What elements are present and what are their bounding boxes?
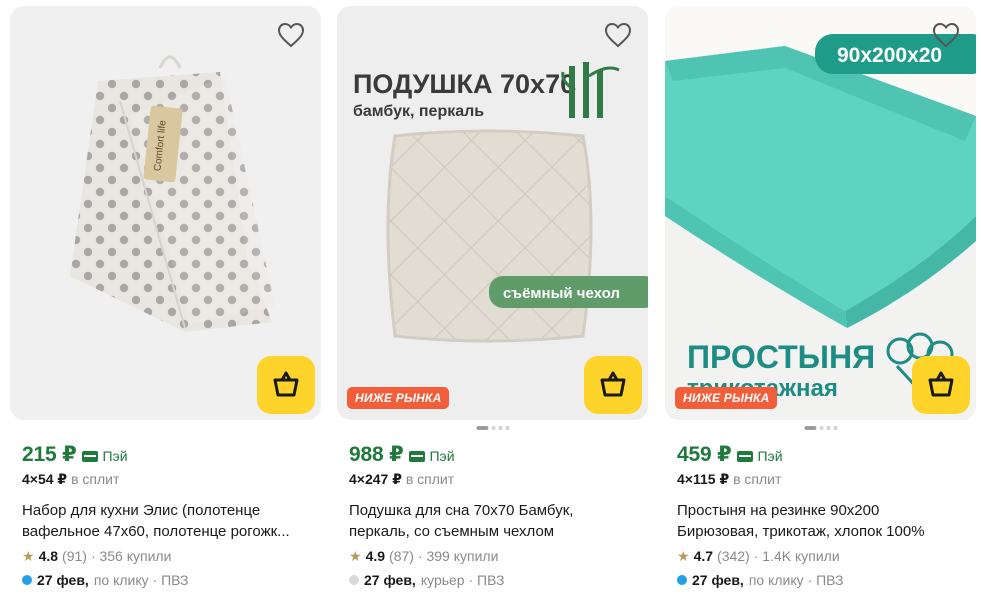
product-image[interactable]: Comfort life (10, 6, 321, 420)
below-market-badge: НИЖЕ РЫНКА (675, 387, 778, 409)
below-market-badge: НИЖЕ РЫНКА (347, 387, 450, 409)
product-title[interactable]: Простыня на резинке 90х200 Бирюзовая, тр… (677, 500, 972, 542)
star-icon: ★ (349, 548, 362, 564)
image-headline: ПРОСТЫНЯ (687, 339, 875, 375)
split-price: 4×247 ₽ в сплит (349, 471, 455, 487)
delivery-info: 27 фев, по клику · ПВЗ (677, 569, 972, 591)
star-icon: ★ (22, 548, 35, 564)
favorite-heart-icon[interactable] (932, 22, 960, 48)
pay-label: Пэй (737, 448, 783, 464)
rating: ★ 4.9 (87) · 399 купили (349, 545, 644, 567)
product-card[interactable]: 90x200x20 ПРОСТЫНЯ трикотажная НИЖЕ РЫНК… (665, 6, 976, 598)
delivery-dot-icon (349, 575, 359, 585)
delivery-dot-icon (22, 575, 32, 585)
favorite-heart-icon[interactable] (277, 22, 305, 48)
image-headline: ПОДУШКА 70х70 (353, 69, 575, 99)
card-icon (409, 451, 426, 462)
product-image[interactable]: ПОДУШКА 70х70 бамбук, перкаль съёмный че… (337, 6, 648, 420)
product-info: 459 ₽ Пэй 4×115 ₽ в сплит Простыня на ре… (677, 442, 972, 591)
image-ribbon: съёмный чехол (503, 285, 620, 302)
image-carousel-dots[interactable] (804, 426, 837, 430)
product-title[interactable]: Набор для кухни Элис (полотенце вафельно… (22, 500, 317, 542)
rating: ★ 4.7 (342) · 1.4K купили (677, 545, 972, 567)
delivery-info: 27 фев, курьер · ПВЗ (349, 569, 644, 591)
product-info: 988 ₽ Пэй 4×247 ₽ в сплит Подушка для сн… (349, 442, 644, 591)
image-subline: бамбук, перкаль (353, 103, 484, 120)
split-price: 4×54 ₽ в сплит (22, 471, 120, 487)
card-icon (82, 451, 99, 462)
pay-label: Пэй (409, 448, 455, 464)
favorite-heart-icon[interactable] (604, 22, 632, 48)
basket-icon (600, 371, 626, 397)
image-carousel-dots[interactable] (476, 426, 509, 430)
product-card[interactable]: ПОДУШКА 70х70 бамбук, перкаль съёмный че… (337, 6, 648, 598)
price: 988 ₽ (349, 443, 404, 466)
basket-icon (928, 371, 954, 397)
add-to-cart-button[interactable] (257, 356, 315, 414)
product-info: 215 ₽ Пэй 4×54 ₽ в сплит Набор для кухни… (22, 442, 317, 591)
product-title[interactable]: Подушка для сна 70х70 Бамбук, перкаль, с… (349, 500, 644, 542)
price: 215 ₽ (22, 443, 77, 466)
basket-icon (273, 371, 299, 397)
delivery-dot-icon (677, 575, 687, 585)
add-to-cart-button[interactable] (912, 356, 970, 414)
product-card[interactable]: Comfort life 215 ₽ Пэй 4×54 ₽ в сплит На… (10, 6, 321, 598)
size-tag: 90x200x20 (837, 44, 942, 67)
add-to-cart-button[interactable] (584, 356, 642, 414)
star-icon: ★ (677, 548, 690, 564)
price: 459 ₽ (677, 443, 732, 466)
split-price: 4×115 ₽ в сплит (677, 471, 782, 487)
delivery-info: 27 фев, по клику · ПВЗ (22, 569, 317, 591)
card-icon (737, 451, 754, 462)
product-image[interactable]: 90x200x20 ПРОСТЫНЯ трикотажная НИЖЕ РЫНК… (665, 6, 976, 420)
pay-label: Пэй (82, 448, 128, 464)
rating: ★ 4.8 (91) · 356 купили (22, 545, 317, 567)
